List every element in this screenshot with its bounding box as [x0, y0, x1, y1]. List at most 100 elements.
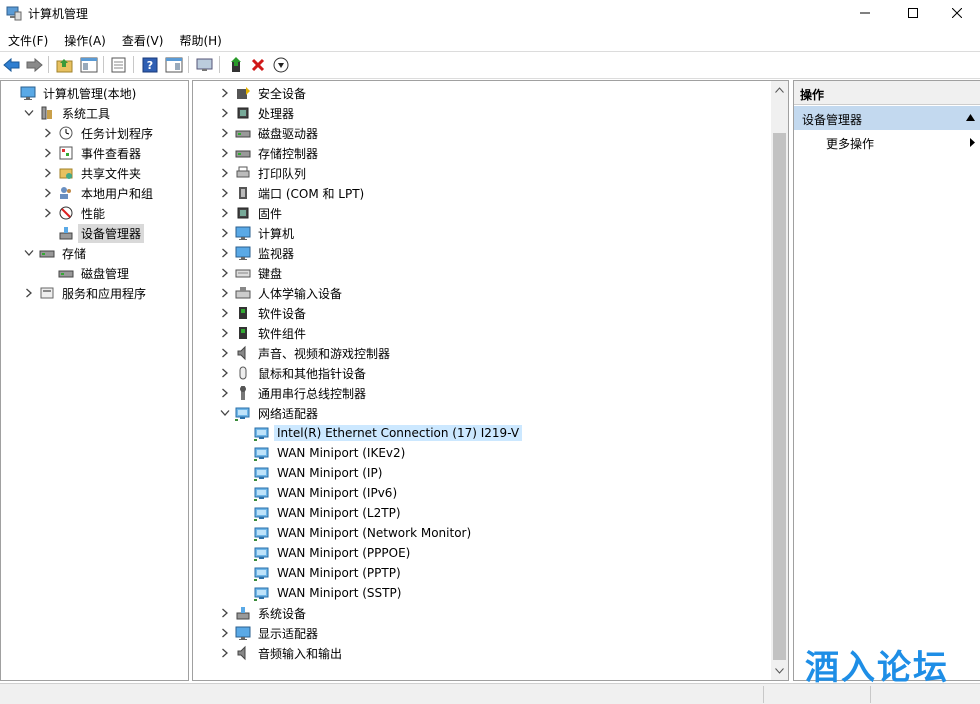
- usb-icon: [235, 385, 251, 401]
- device-tree-item[interactable]: WAN Miniport (PPPOE): [238, 543, 413, 563]
- console-tree-item[interactable]: 任务计划程序: [42, 123, 156, 143]
- device-tree-item[interactable]: 显示适配器: [219, 623, 321, 643]
- scroll-down-button[interactable]: [771, 664, 788, 678]
- chevron-right-icon[interactable]: [219, 87, 231, 99]
- device-tree-item[interactable]: WAN Miniport (Network Monitor): [238, 523, 474, 543]
- scrollbar-thumb[interactable]: [773, 133, 786, 660]
- chevron-right-icon[interactable]: [219, 207, 231, 219]
- console-tree-item[interactable]: 磁盘管理: [42, 263, 132, 283]
- device-tree-item[interactable]: 存储控制器: [219, 143, 321, 163]
- more-actions-item[interactable]: 更多操作: [794, 131, 980, 153]
- chevron-right-icon[interactable]: [219, 267, 231, 279]
- device-tree-item[interactable]: WAN Miniport (IPv6): [238, 483, 400, 503]
- chevron-right-icon[interactable]: [219, 107, 231, 119]
- chevron-right-icon[interactable]: [219, 327, 231, 339]
- console-tree-item[interactable]: 设备管理器: [42, 223, 145, 243]
- device-tree-item[interactable]: Intel(R) Ethernet Connection (17) I219-V: [238, 423, 523, 443]
- actions-section-device-manager[interactable]: 设备管理器: [794, 106, 980, 130]
- device-tree-item[interactable]: 固件: [219, 203, 285, 223]
- show-hide-tree-button[interactable]: [79, 55, 99, 75]
- device-tree-item[interactable]: 监视器: [219, 243, 297, 263]
- chevron-right-icon[interactable]: [219, 187, 231, 199]
- chevron-right-icon[interactable]: [42, 187, 54, 199]
- forward-button[interactable]: [24, 55, 44, 75]
- console-tree-item[interactable]: 性能: [42, 203, 108, 223]
- toolbar-separator: [133, 56, 134, 73]
- chevron-right-icon[interactable]: [219, 647, 231, 659]
- device-tree-item[interactable]: 通用串行总线控制器: [219, 383, 369, 403]
- chevron-right-icon[interactable]: [219, 387, 231, 399]
- chevron-right-icon[interactable]: [219, 147, 231, 159]
- vertical-scrollbar[interactable]: [771, 81, 788, 680]
- chevron-right-icon[interactable]: [219, 367, 231, 379]
- chevron-down-icon[interactable]: [23, 107, 35, 119]
- properties-button[interactable]: [109, 55, 129, 75]
- device-tree-item[interactable]: WAN Miniport (PPTP): [238, 563, 404, 583]
- console-tree-item[interactable]: 系统工具: [23, 103, 113, 123]
- device-tree-item[interactable]: 磁盘驱动器: [219, 123, 321, 143]
- menu-help[interactable]: 帮助(H): [171, 29, 229, 50]
- device-tree-item[interactable]: 系统设备: [219, 603, 309, 623]
- chevron-right-icon[interactable]: [219, 227, 231, 239]
- minimize-button[interactable]: [842, 0, 888, 26]
- tree-item-label: 计算机管理(本地): [43, 86, 137, 101]
- device-tree-item[interactable]: 处理器: [219, 103, 297, 123]
- device-tree-item[interactable]: 软件设备: [219, 303, 309, 323]
- console-tree-item[interactable]: 事件查看器: [42, 143, 144, 163]
- console-tree-item[interactable]: 存储: [23, 243, 89, 263]
- chevron-right-icon[interactable]: [42, 167, 54, 179]
- device-tree-item[interactable]: WAN Miniport (SSTP): [238, 583, 404, 603]
- chevron-right-icon[interactable]: [42, 127, 54, 139]
- chevron-right-icon[interactable]: [42, 147, 54, 159]
- update-driver-button[interactable]: [226, 55, 246, 75]
- menu-action[interactable]: 操作(A): [56, 29, 114, 50]
- chevron-right-icon[interactable]: [219, 347, 231, 359]
- device-tree-item[interactable]: 安全设备: [219, 83, 309, 103]
- chevron-right-icon[interactable]: [219, 167, 231, 179]
- up-level-button[interactable]: [55, 55, 75, 75]
- device-tree-item[interactable]: 网络适配器: [219, 403, 321, 423]
- device-tree-item[interactable]: WAN Miniport (IKEv2): [238, 443, 408, 463]
- close-button[interactable]: [934, 0, 980, 26]
- console-tree-item[interactable]: 计算机管理(本地): [4, 83, 139, 103]
- monitor-scan-icon: [196, 58, 213, 71]
- chevron-down-icon[interactable]: [23, 247, 35, 259]
- device-tree-item[interactable]: 人体学输入设备: [219, 283, 345, 303]
- action-pane-button[interactable]: [164, 55, 184, 75]
- back-button[interactable]: [2, 55, 22, 75]
- storage-controller-icon: [235, 145, 251, 161]
- scan-hardware-button[interactable]: [195, 55, 215, 75]
- help-button[interactable]: ?: [140, 55, 160, 75]
- tree-item-label: 系统设备: [258, 606, 307, 621]
- device-tree-item[interactable]: WAN Miniport (L2TP): [238, 503, 404, 523]
- chevron-right-icon[interactable]: [219, 247, 231, 259]
- chevron-right-icon[interactable]: [23, 287, 35, 299]
- console-tree-item[interactable]: 服务和应用程序: [23, 283, 149, 303]
- disk-management-icon: [58, 265, 74, 281]
- chevron-right-icon[interactable]: [219, 307, 231, 319]
- uninstall-device-button[interactable]: [248, 55, 268, 75]
- chevron-right-icon[interactable]: [219, 627, 231, 639]
- console-tree-item[interactable]: 共享文件夹: [42, 163, 144, 183]
- console-tree-item[interactable]: 本地用户和组: [42, 183, 156, 203]
- device-tree-item[interactable]: 鼠标和其他指针设备: [219, 363, 369, 383]
- back-arrow-icon: [3, 57, 20, 73]
- device-tree-item[interactable]: 端口 (COM 和 LPT): [219, 183, 367, 203]
- device-tree-item[interactable]: 键盘: [219, 263, 285, 283]
- chevron-down-icon[interactable]: [219, 407, 231, 419]
- chevron-right-icon[interactable]: [219, 607, 231, 619]
- disable-device-button[interactable]: [271, 55, 291, 75]
- maximize-button[interactable]: [890, 0, 936, 26]
- menu-file[interactable]: 文件(F): [0, 29, 56, 50]
- scroll-up-button[interactable]: [771, 83, 788, 97]
- chevron-right-icon[interactable]: [219, 127, 231, 139]
- chevron-right-icon[interactable]: [42, 207, 54, 219]
- menu-view[interactable]: 查看(V): [114, 29, 172, 50]
- device-tree-item[interactable]: 计算机: [219, 223, 297, 243]
- chevron-right-icon[interactable]: [219, 287, 231, 299]
- device-tree-item[interactable]: 声音、视频和游戏控制器: [219, 343, 393, 363]
- device-tree-item[interactable]: 打印队列: [219, 163, 309, 183]
- device-tree-item[interactable]: 软件组件: [219, 323, 309, 343]
- device-tree-item[interactable]: 音频输入和输出: [219, 643, 345, 663]
- device-tree-item[interactable]: WAN Miniport (IP): [238, 463, 385, 483]
